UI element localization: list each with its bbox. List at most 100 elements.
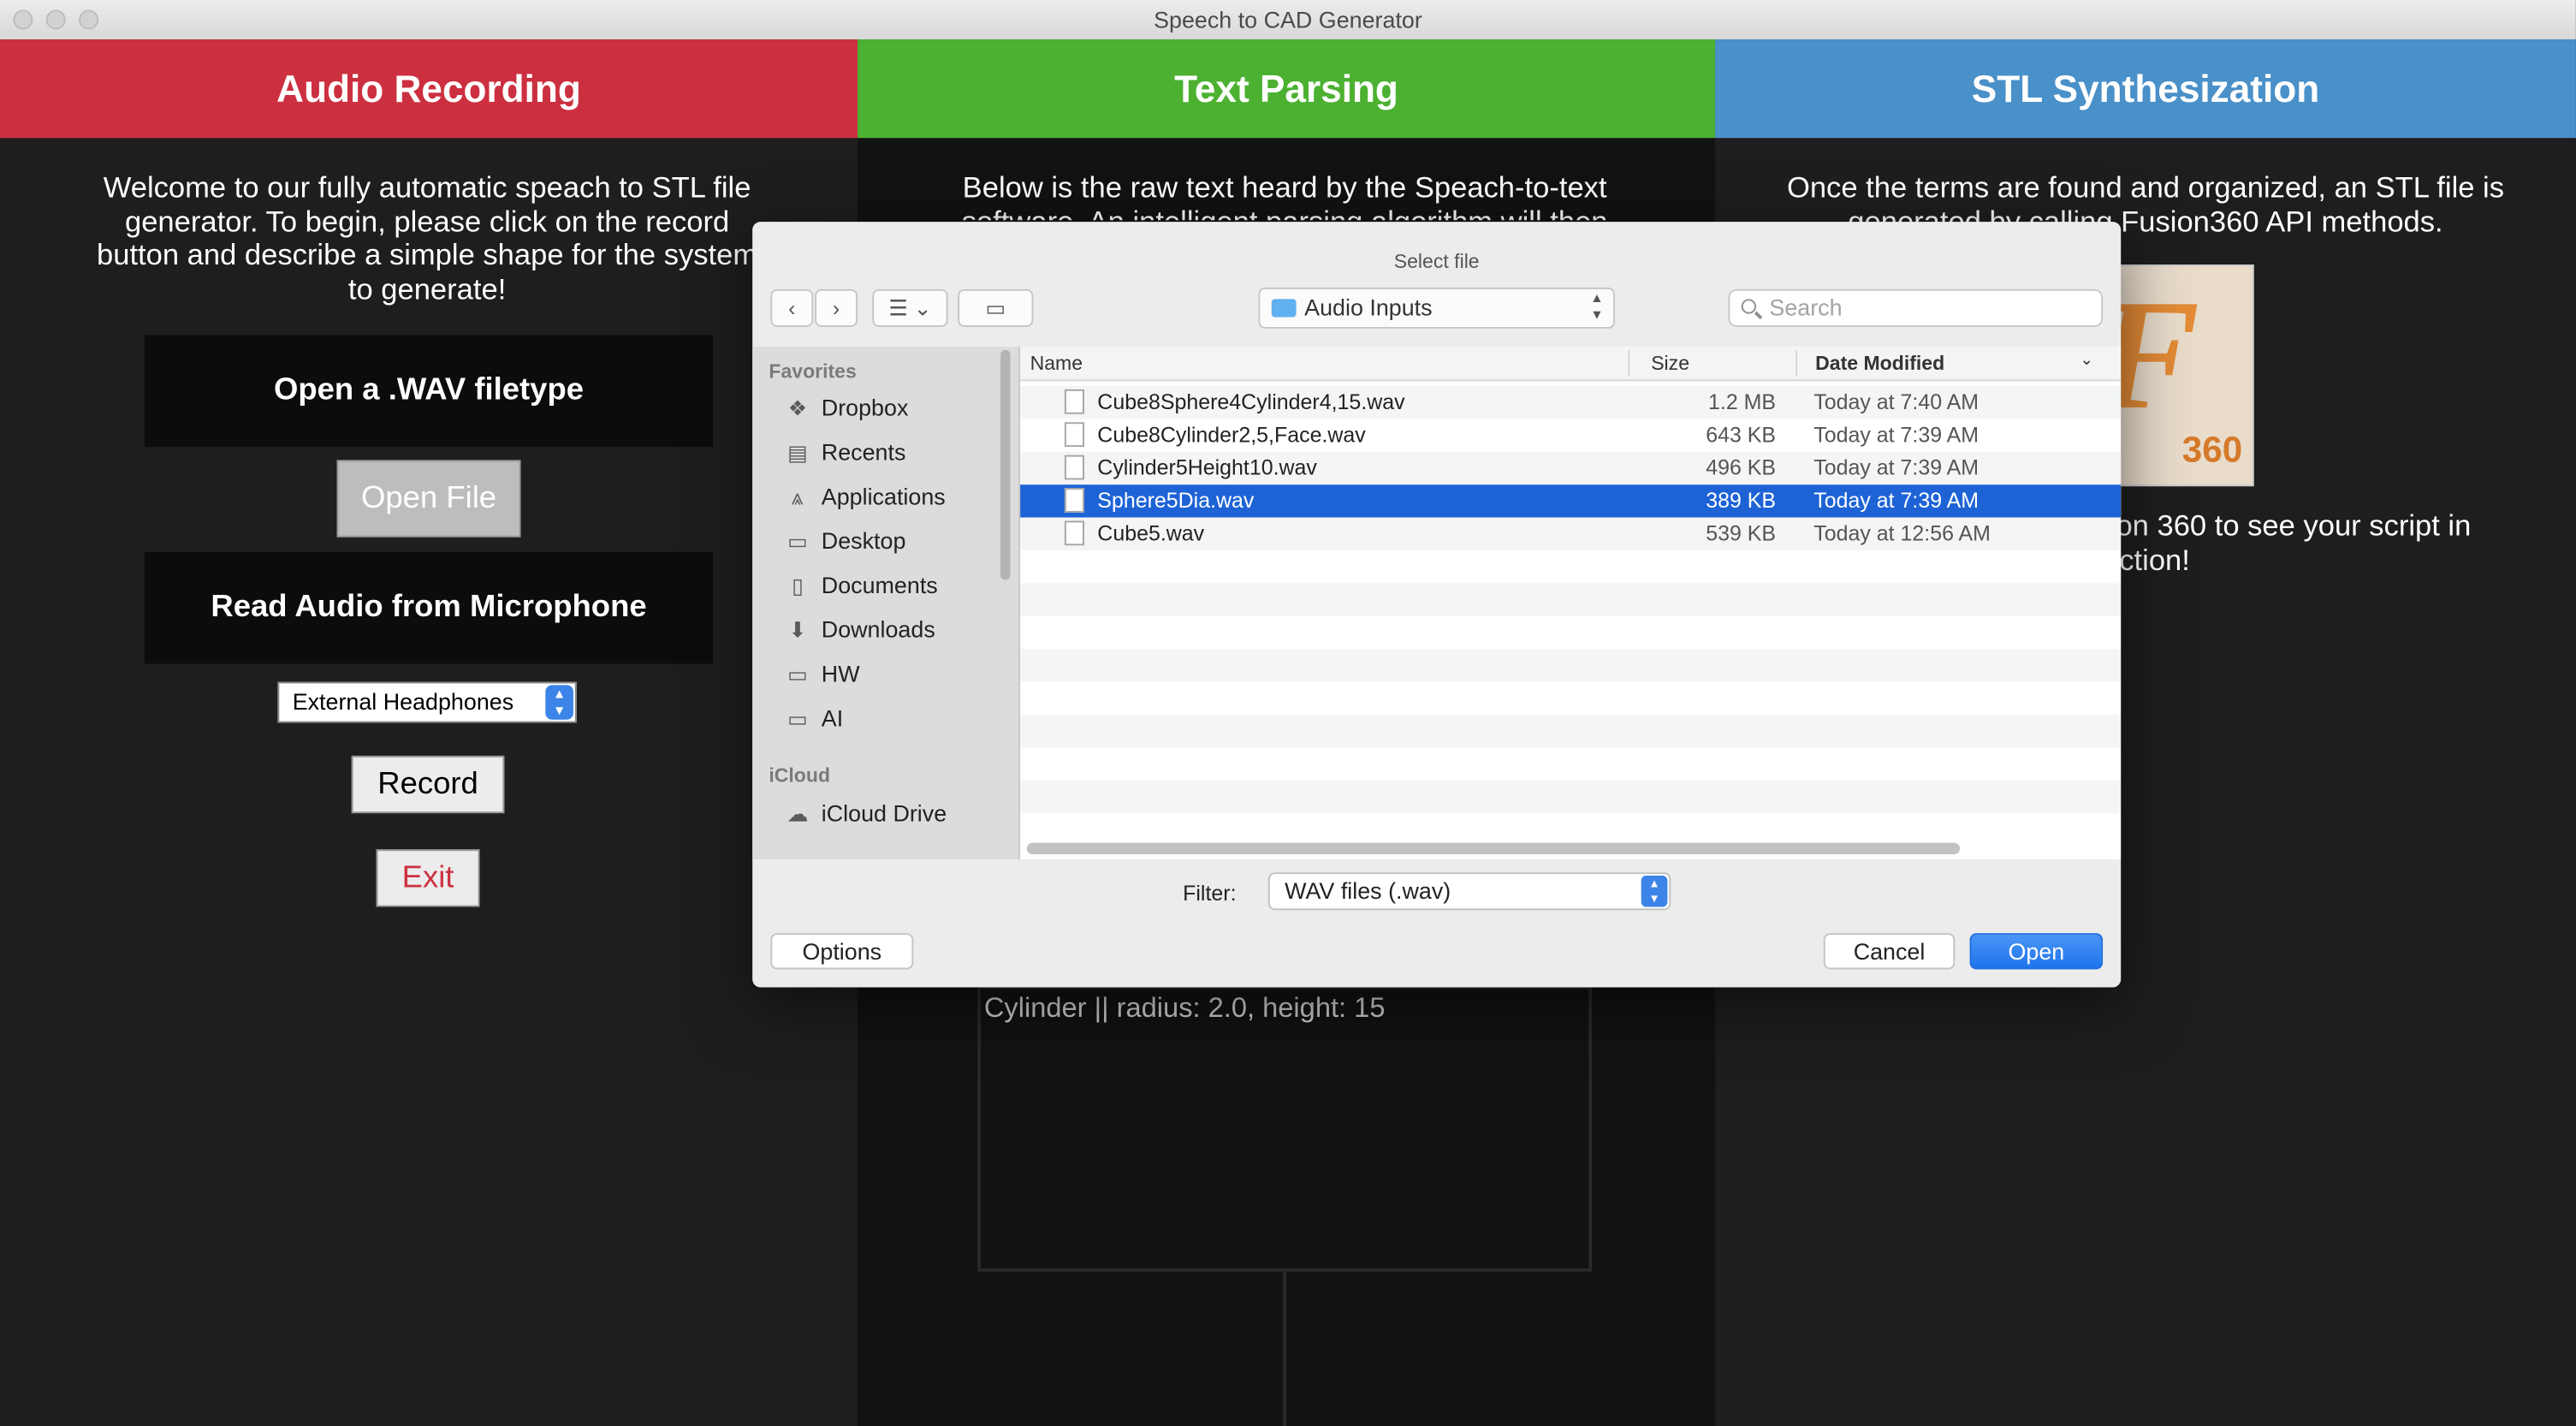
desktop-icon: ▭ [787, 528, 808, 553]
file-size: 1.2 MB [1708, 389, 1777, 414]
file-date: Today at 12:56 AM [1813, 520, 1991, 546]
dialog-title: Select file [1393, 249, 1480, 273]
file-name: Cube8Cylinder2,5,Face.wav [1097, 422, 1366, 448]
empty-row [1020, 813, 2121, 846]
sidebar-item-label: HW [821, 660, 860, 687]
sort-chevron-icon: ⌄ [2080, 351, 2094, 370]
file-date: Today at 7:39 AM [1813, 455, 1979, 480]
cancel-button[interactable]: Cancel [1823, 933, 1956, 970]
text-parsing-header: Text Parsing [858, 39, 1716, 139]
filter-value: WAV files (.wav) [1285, 876, 1451, 904]
chevron-left-icon: ‹ [788, 295, 796, 321]
folder-icon: ▭ [787, 661, 808, 686]
favorites-heading: Favorites [769, 359, 857, 383]
options-button[interactable]: Options [770, 933, 914, 970]
text-intro-text: Below is the raw text heard by the Speac… [962, 170, 1608, 221]
sidebar-item-label: Downloads [821, 615, 935, 643]
view-options-button[interactable]: ☰ ⌄ [872, 288, 948, 327]
file-name: Cube5.wav [1097, 520, 1205, 546]
open-wav-heading: Open a .WAV filetype [144, 335, 714, 448]
chevron-right-icon: › [832, 295, 840, 321]
file-date: Today at 7:40 AM [1813, 389, 1979, 414]
column-header-date[interactable]: Date Modified [1815, 352, 1944, 375]
stl-header: STL Synthesization [1715, 39, 2576, 139]
file-name: Sphere5Dia.wav [1097, 488, 1255, 513]
sidebar-item-dropbox[interactable]: ❖ Dropbox [784, 388, 909, 427]
parsed-text-box [977, 985, 1593, 1272]
audio-file-icon [1064, 488, 1084, 513]
microphone-select[interactable]: External Headphones ▲ ▼ [277, 681, 577, 723]
audio-recording-header: Audio Recording [0, 39, 858, 139]
file-name: Cube8Sphere4Cylinder4,15.wav [1097, 389, 1405, 414]
select-arrows-icon: ▲ ▼ [545, 685, 573, 720]
search-input[interactable]: Search [1728, 288, 2104, 327]
sidebar-item-desktop[interactable]: ▭ Desktop [784, 520, 906, 560]
sidebar-item-label: Desktop [821, 527, 906, 554]
window-title: Speech to CAD Generator [1154, 6, 1422, 33]
audio-file-icon [1064, 455, 1084, 480]
select-arrows-icon: ▲ ▼ [1590, 290, 1604, 323]
empty-row [1020, 747, 2121, 780]
dialog-sidebar: Favorites ❖ Dropbox ▤ Recents ⩓ Application… [752, 346, 1021, 859]
horizontal-scrollbar[interactable] [1026, 842, 1961, 855]
empty-row [1020, 649, 2122, 682]
folder-icon [1271, 299, 1297, 318]
file-row-selected[interactable]: Sphere5Dia.wav 389 KB Today at 7:39 AM [1020, 484, 2122, 518]
file-size: 389 KB [1706, 488, 1777, 513]
sidebar-item-label: Documents [821, 571, 938, 598]
column-header-name[interactable]: Name [1030, 352, 1083, 375]
cloud-icon: ☁ [786, 800, 809, 826]
open-file-button[interactable]: Open File [336, 460, 521, 538]
file-size: 539 KB [1706, 520, 1777, 546]
empty-row [1020, 616, 2121, 649]
sidebar-item-documents[interactable]: ▯ Documents [784, 565, 938, 604]
empty-row [1020, 780, 2122, 814]
new-folder-button[interactable]: ▭ [958, 288, 1034, 327]
file-row[interactable]: Cube8Sphere4Cylinder4,15.wav 1.2 MB Today … [1020, 386, 2122, 419]
sidebar-item-label: Recents [821, 438, 906, 466]
column-header-size[interactable]: Size [1651, 352, 1689, 375]
list-view-icon: ☰ ⌄ [888, 295, 932, 321]
empty-row [1020, 550, 2121, 583]
audio-file-icon [1064, 389, 1084, 414]
sidebar-item-hw[interactable]: ▭ HW [784, 654, 860, 693]
file-row[interactable]: Cube8Cylinder2,5,Face.wav 643 KB Today at … [1020, 419, 2121, 451]
recents-icon: ▤ [787, 439, 808, 465]
location-select[interactable]: Audio Inputs ▲ ▼ [1258, 287, 1615, 329]
forward-button[interactable]: › [815, 288, 858, 327]
record-button[interactable]: Record [351, 755, 505, 814]
file-list: Name Size Date Modified ⌄ Cube8Sphere4Cy… [1020, 346, 2122, 859]
location-value: Audio Inputs [1304, 294, 1433, 321]
empty-row [1020, 714, 2122, 748]
exit-button[interactable]: Exit [376, 849, 480, 907]
file-row[interactable]: Cylinder5Height10.wav 496 KB Today at 7:39… [1020, 451, 2122, 485]
parsed-line: Cylinder || radius: 2.0, height: 15 [983, 992, 1386, 1024]
audio-intro-text: Welcome to our fully automatic speach to… [97, 170, 758, 306]
file-date: Today at 7:39 AM [1813, 422, 1979, 448]
file-name: Cylinder5Height10.wav [1097, 455, 1317, 480]
file-row[interactable]: Cube5.wav 539 KB Today at 12:56 AM [1020, 517, 2122, 550]
sidebar-item-recents[interactable]: ▤ Recents [784, 432, 906, 472]
title-bar: Speech to CAD Generator [0, 0, 2576, 41]
sidebar-item-label: Dropbox [821, 394, 909, 421]
column-divider [1795, 349, 1798, 377]
sidebar-item-label: Applications [821, 483, 946, 510]
select-file-dialog: Select file ‹ › ☰ ⌄ ▭ Audio Inputs ▲ ▼ Se… [752, 222, 2122, 988]
icloud-heading: iCloud [769, 764, 831, 787]
fusion-instruction-line2: ction! [2119, 544, 2190, 577]
column-divider [1628, 349, 1630, 377]
sidebar-item-ai[interactable]: ▭ AI [784, 698, 843, 738]
sidebar-item-icloud-drive[interactable]: ☁ iCloud Drive [784, 793, 947, 833]
back-button[interactable]: ‹ [770, 288, 814, 327]
connector-line [1283, 1271, 1287, 1426]
open-button[interactable]: Open [1969, 933, 2104, 970]
sidebar-item-applications[interactable]: ⩓ Applications [784, 477, 946, 516]
sidebar-scrollbar[interactable] [1000, 349, 1011, 580]
sidebar-item-downloads[interactable]: ⬇ Downloads [784, 609, 935, 649]
folder-icon: ▭ [787, 705, 808, 731]
filter-select[interactable]: WAV files (.wav) ▲ ▼ [1267, 872, 1671, 911]
file-list-header: Name Size Date Modified ⌄ [1020, 346, 2122, 382]
audio-file-icon [1064, 520, 1084, 546]
downloads-icon: ⬇ [788, 616, 807, 642]
documents-icon: ▯ [792, 572, 804, 597]
